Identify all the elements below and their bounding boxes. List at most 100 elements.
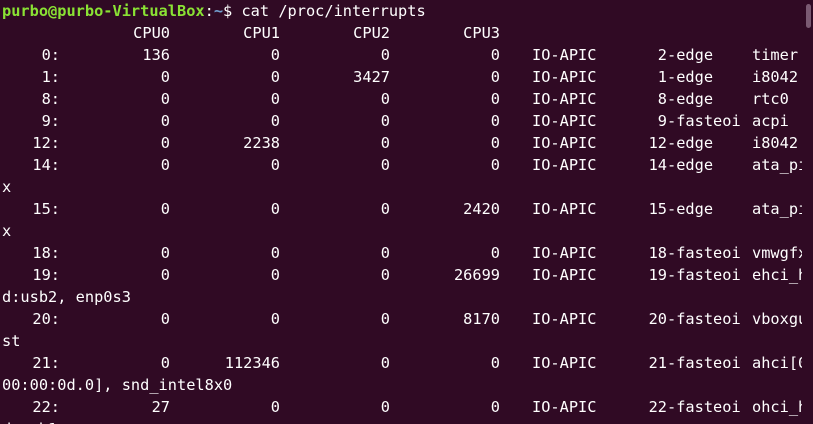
irq-pin: 21: [648, 354, 667, 372]
irq-pin-type: 8-edge: [632, 88, 752, 110]
irq-controller: IO-APIC: [532, 46, 597, 64]
cpu-count: 0: [270, 200, 280, 218]
irq-pin: 18: [648, 244, 667, 262]
irq-pin-type: 12-edge: [632, 132, 752, 154]
irq-pin-type: 9-fasteoi: [632, 110, 752, 132]
cpu-count: 0: [160, 134, 170, 152]
irq-pin-type: 20-fasteoi: [632, 308, 752, 330]
cpu-count: 0: [270, 68, 280, 86]
irq-trigger-type: -fasteoi: [667, 398, 741, 416]
cpu-count: 0: [160, 354, 170, 372]
prompt-separator: :: [204, 2, 214, 20]
irq-device: timer: [752, 46, 799, 64]
cpu-count: 0: [490, 244, 500, 262]
cpu-count: 2420: [463, 200, 500, 218]
irq-trigger-type: -edge: [667, 134, 714, 152]
irq-trigger-type: -fasteoi: [667, 112, 741, 130]
cpu-count: 0: [380, 90, 390, 108]
cpu-header: CPU2: [353, 24, 390, 42]
irq-trigger-type: -edge: [667, 90, 714, 108]
irq-pin-type: 19-fasteoi: [632, 264, 752, 286]
interrupt-row: 18: 0 0 0 0 IO-APIC 18-fasteoi vmwgfx: [2, 242, 802, 264]
cpu-count: 0: [490, 156, 500, 174]
cpu-count: 0: [380, 310, 390, 328]
wrapped-continuation: x: [2, 178, 12, 196]
cpu-count: 0: [270, 156, 280, 174]
cpu-count: 0: [270, 266, 280, 284]
command-text: cat /proc/interrupts: [232, 2, 426, 20]
interrupt-row: 0: 136 0 0 0 IO-APIC 2-edge timer: [2, 44, 802, 66]
irq-pin-type: 21-fasteoi: [632, 352, 752, 374]
wrapped-continuation: 00:00:0d.0], snd_intel8x0: [2, 376, 233, 394]
irq-number: 14:: [32, 156, 60, 174]
cpu-count: 0: [490, 354, 500, 372]
scrollbar-thumb[interactable]: [806, 4, 811, 28]
interrupt-row: 14:0000IO-APIC14-edgeata_pii: [2, 154, 802, 176]
irq-trigger-type: -edge: [667, 200, 714, 218]
irq-device: vmwgfx: [752, 244, 802, 262]
cpu-count: 0: [380, 46, 390, 64]
irq-device: vboxgue: [752, 310, 802, 328]
prompt-user-host: purbo@purbo-VirtualBox: [2, 2, 205, 20]
irq-number: 9:: [41, 112, 60, 130]
cpu-count: 0: [490, 68, 500, 86]
irq-trigger-type: -edge: [667, 68, 714, 86]
interrupt-row: 21:011234600IO-APIC21-fasteoiahci[00: [2, 352, 802, 374]
interrupt-row: 8: 0 0 0 0 IO-APIC 8-edge rtc0: [2, 88, 802, 110]
irq-device: ehci_hc: [752, 266, 802, 284]
cpu-header-row: CPU0 CPU1 CPU2 CPU3: [2, 22, 802, 44]
interrupt-row: 12: 0 2238 0 0 IO-APIC 12-edge i8042: [2, 132, 802, 154]
interrupt-row: 1: 0 0 3427 0 IO-APIC 1-edge i8042: [2, 66, 802, 88]
irq-pin-type: 18-fasteoi: [632, 242, 752, 264]
irq-number: 18:: [32, 244, 60, 262]
irq-number: 19:: [32, 266, 60, 284]
prompt-symbol: $: [223, 2, 233, 20]
irq-pin-type: 22-fasteoi: [632, 396, 752, 418]
irq-controller: IO-APIC: [532, 310, 597, 328]
wrapped-continuation: d:usb2, enp0s3: [2, 288, 131, 306]
irq-number: 0:: [41, 46, 60, 64]
irq-pin: 15: [648, 200, 667, 218]
cpu-count: 0: [270, 310, 280, 328]
prompt-line: purbo@purbo-VirtualBox:~$ cat /proc/inte…: [2, 0, 802, 22]
cpu-count: 0: [270, 46, 280, 64]
irq-controller: IO-APIC: [532, 398, 597, 416]
irq-trigger-type: -fasteoi: [667, 354, 741, 372]
cpu-count: 0: [380, 354, 390, 372]
cpu-count: 0: [380, 200, 390, 218]
irq-pin: 8: [657, 90, 667, 108]
irq-controller: IO-APIC: [532, 156, 597, 174]
irq-pin: 9: [657, 112, 667, 130]
irq-number: 12:: [32, 134, 60, 152]
irq-number: 20:: [32, 310, 60, 328]
cpu-count: 2238: [243, 134, 280, 152]
irq-device: ata_pii: [752, 156, 802, 174]
cpu-count: 136: [142, 46, 170, 64]
cpu-count: 0: [380, 112, 390, 130]
irq-controller: IO-APIC: [532, 354, 597, 372]
cpu-count: 8170: [463, 310, 500, 328]
irq-trigger-type: -edge: [667, 156, 714, 174]
cpu-count: 0: [160, 310, 170, 328]
irq-number: 1:: [41, 68, 60, 86]
irq-trigger-type: -edge: [667, 46, 714, 64]
irq-trigger-type: -fasteoi: [667, 310, 741, 328]
cpu-header: CPU3: [463, 24, 500, 42]
irq-controller: IO-APIC: [532, 266, 597, 284]
terminal-output[interactable]: purbo@purbo-VirtualBox:~$ cat /proc/inte…: [2, 0, 802, 424]
cpu-count: 3427: [353, 68, 390, 86]
irq-pin: 19: [648, 266, 667, 284]
irq-trigger-type: -fasteoi: [667, 266, 741, 284]
cpu-count: 0: [490, 134, 500, 152]
interrupt-row: 20:0008170IO-APIC20-fasteoivboxgue: [2, 308, 802, 330]
irq-controller: IO-APIC: [532, 68, 597, 86]
irq-pin: 12: [648, 134, 667, 152]
irq-device: acpi: [752, 112, 789, 130]
cpu-count: 0: [380, 266, 390, 284]
cpu-count: 0: [380, 134, 390, 152]
irq-number: 22:: [32, 398, 60, 416]
wrapped-continuation: d:usb1: [2, 418, 802, 424]
interrupt-row: 22:27000IO-APIC22-fasteoiohci_hc: [2, 396, 802, 418]
irq-pin: 20: [648, 310, 667, 328]
cpu-count: 0: [160, 68, 170, 86]
